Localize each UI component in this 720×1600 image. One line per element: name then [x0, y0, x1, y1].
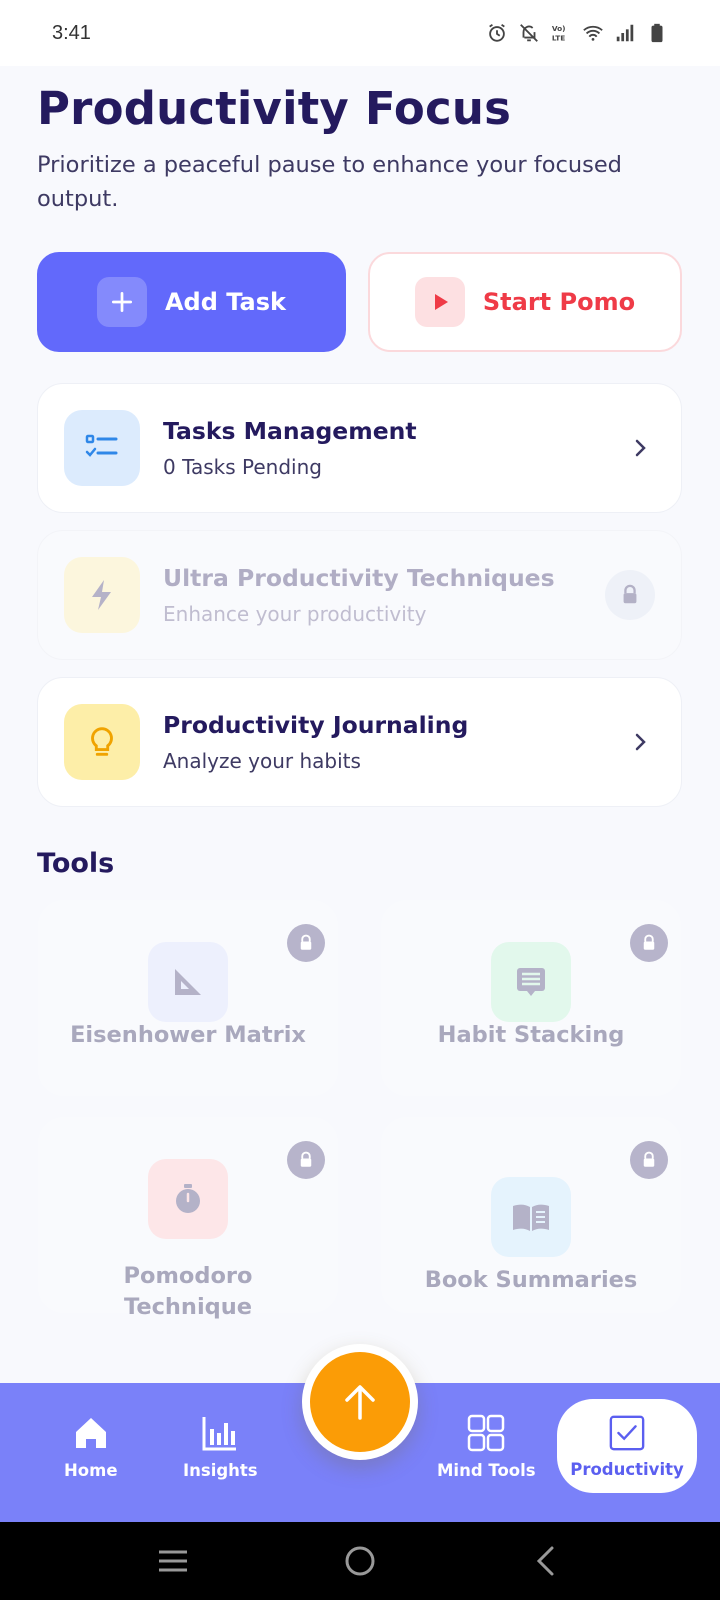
nav-label: Home — [64, 1461, 118, 1480]
nav-label: Productivity — [570, 1459, 684, 1479]
card-title: Tasks Management — [163, 417, 417, 445]
back-icon[interactable] — [527, 1541, 567, 1581]
fab-button[interactable] — [302, 1344, 418, 1460]
nav-insights[interactable]: Insights — [183, 1413, 258, 1480]
status-icons: Vo) LTE — [486, 22, 668, 44]
lightbulb-icon — [64, 704, 140, 780]
signal-icon — [616, 24, 634, 42]
book-icon — [491, 1177, 571, 1257]
card-tasks-management[interactable]: Tasks Management 0 Tasks Pending — [37, 383, 682, 513]
bell-off-icon — [520, 24, 538, 42]
add-task-button[interactable]: Add Task — [37, 252, 346, 352]
start-pomo-label: Start Pomo — [482, 288, 636, 316]
lightning-icon — [64, 557, 140, 633]
chevron-right-icon — [625, 727, 655, 757]
card-title: Productivity Journaling — [163, 711, 469, 739]
nav-label: Insights — [183, 1461, 258, 1480]
card-subtitle: Analyze your habits — [163, 749, 361, 773]
lock-icon — [630, 924, 668, 962]
tool-habit-stacking[interactable]: Habit Stacking — [381, 900, 681, 1096]
svg-text:LTE: LTE — [552, 33, 565, 42]
stack-icon — [491, 942, 571, 1022]
wifi-icon — [583, 25, 603, 41]
tool-label: Book Summaries — [424, 1267, 638, 1293]
bar-chart-icon — [202, 1417, 237, 1451]
start-pomo-button[interactable]: Start Pomo — [368, 252, 682, 352]
card-subtitle: 0 Tasks Pending — [163, 455, 322, 479]
tool-book-summaries[interactable]: Book Summaries — [381, 1117, 681, 1313]
tool-label: Eisenhower Matrix — [70, 1022, 306, 1048]
status-bar: 3:41 Vo) LTE — [0, 0, 720, 66]
svg-text:Vo): Vo) — [552, 24, 566, 33]
stopwatch-icon — [148, 1159, 228, 1239]
card-subtitle: Enhance your productivity — [163, 602, 427, 626]
home-circle-icon[interactable] — [340, 1541, 380, 1581]
nav-mind-tools[interactable]: Mind Tools — [437, 1413, 536, 1480]
set-square-icon — [148, 942, 228, 1022]
chevron-right-icon — [625, 433, 655, 463]
tool-pomodoro-technique[interactable]: Pomodoro Technique — [38, 1117, 338, 1320]
nav-label: Mind Tools — [437, 1461, 536, 1480]
checklist-icon — [64, 410, 140, 486]
plus-icon — [96, 277, 147, 327]
checkbox-icon — [609, 1415, 645, 1450]
alarm-icon — [489, 23, 505, 42]
grid-icon — [468, 1414, 505, 1452]
tool-label: Pomodoro Technique — [123, 1263, 253, 1320]
play-icon — [414, 277, 465, 327]
tool-label: Habit Stacking — [437, 1022, 625, 1048]
card-ultra-productivity[interactable]: Ultra Productivity Techniques Enhance yo… — [37, 530, 682, 660]
tool-eisenhower-matrix[interactable]: Eisenhower Matrix — [38, 900, 338, 1096]
home-icon — [75, 1418, 106, 1448]
page-title: Productivity Focus — [37, 82, 512, 135]
add-task-label: Add Task — [164, 288, 286, 316]
lock-icon — [630, 1141, 668, 1179]
arrow-up-icon — [310, 1352, 410, 1452]
recent-apps-icon[interactable] — [153, 1541, 193, 1581]
nav-home[interactable]: Home — [64, 1413, 118, 1480]
volte-icon: Vo)LTE — [552, 24, 566, 42]
tools-section-title: Tools — [37, 848, 115, 879]
battery-icon — [651, 23, 663, 43]
lock-icon — [605, 570, 655, 620]
card-productivity-journaling[interactable]: Productivity Journaling Analyze your hab… — [37, 677, 682, 807]
card-title: Ultra Productivity Techniques — [163, 564, 555, 592]
lock-icon — [287, 1141, 325, 1179]
lock-icon — [287, 924, 325, 962]
nav-productivity[interactable]: Productivity — [557, 1399, 697, 1493]
system-nav-bar — [0, 1522, 720, 1600]
page-subtitle: Prioritize a peaceful pause to enhance y… — [37, 152, 622, 212]
status-time: 3:41 — [52, 21, 91, 44]
